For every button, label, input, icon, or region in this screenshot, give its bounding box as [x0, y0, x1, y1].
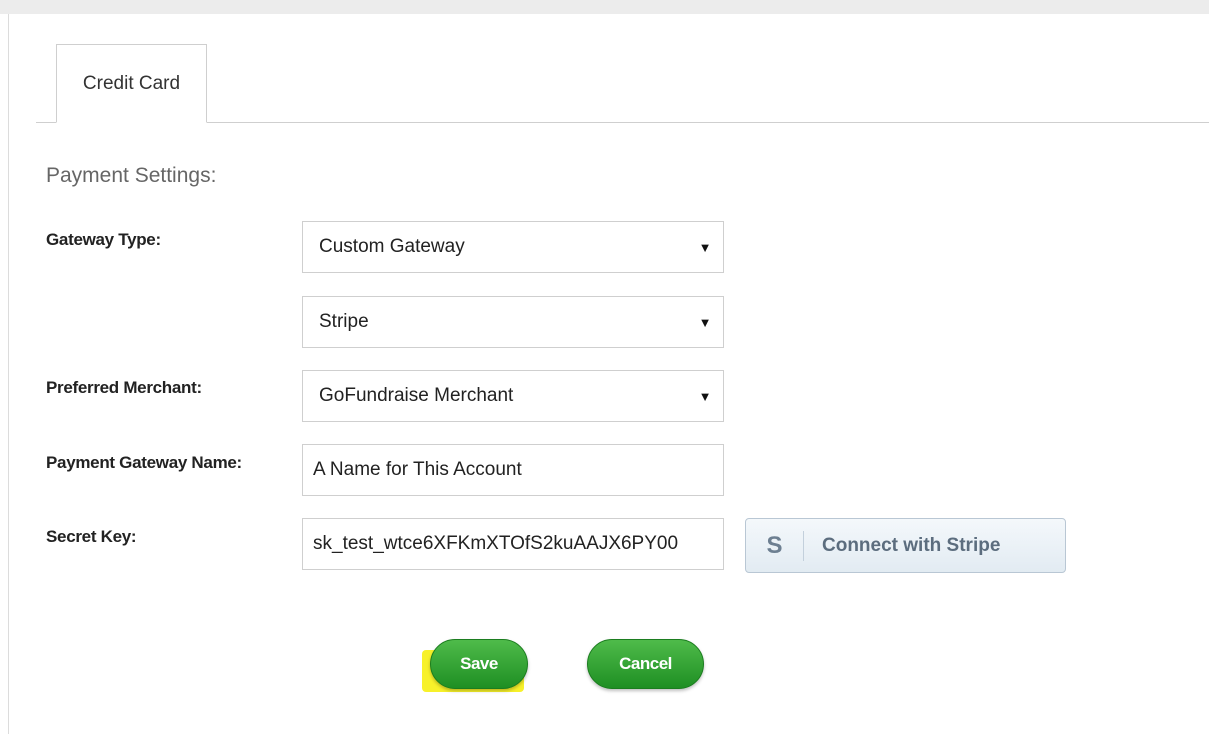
preferred-merchant-label: Preferred Merchant: [46, 378, 202, 397]
stripe-icon: S [746, 530, 804, 561]
payment-gateway-name-value: A Name for This Account [313, 459, 522, 480]
preferred-merchant-value: GoFundraise Merchant [319, 385, 514, 406]
connect-with-stripe-button[interactable]: S Connect with Stripe [745, 518, 1066, 573]
secret-key-input[interactable]: sk_test_wtce6XFKmXTOfS2kuAAJX6PY00 [302, 518, 724, 570]
preferred-merchant-select[interactable]: GoFundraise Merchant ▼ [302, 370, 724, 422]
left-border [8, 14, 9, 734]
connect-with-stripe-label: Connect with Stripe [822, 534, 1001, 556]
gateway-provider-value: Stripe [319, 311, 369, 332]
tab-label: Credit Card [82, 72, 181, 94]
top-bar [0, 0, 1209, 14]
secret-key-value: sk_test_wtce6XFKmXTOfS2kuAAJX6PY00 [313, 533, 679, 554]
cancel-button[interactable]: Cancel [587, 639, 704, 689]
payment-gateway-name-input[interactable]: A Name for This Account [302, 444, 724, 496]
tab-divider [36, 122, 1209, 123]
dropdown-arrow-icon: ▼ [698, 239, 712, 255]
gateway-type-value: Custom Gateway [319, 236, 465, 257]
gateway-type-label: Gateway Type: [46, 230, 161, 249]
dropdown-arrow-icon: ▼ [698, 314, 712, 330]
dropdown-arrow-icon: ▼ [698, 388, 712, 404]
section-title: Payment Settings: [46, 164, 217, 187]
save-button[interactable]: Save [430, 639, 528, 689]
gateway-provider-select[interactable]: Stripe ▼ [302, 296, 724, 348]
gateway-type-select[interactable]: Custom Gateway ▼ [302, 221, 724, 273]
tab-credit-card[interactable]: Credit Card [56, 44, 207, 123]
tab-bar: Credit Card [36, 44, 1209, 123]
secret-key-label: Secret Key: [46, 527, 137, 546]
payment-gateway-name-label: Payment Gateway Name: [46, 453, 242, 472]
